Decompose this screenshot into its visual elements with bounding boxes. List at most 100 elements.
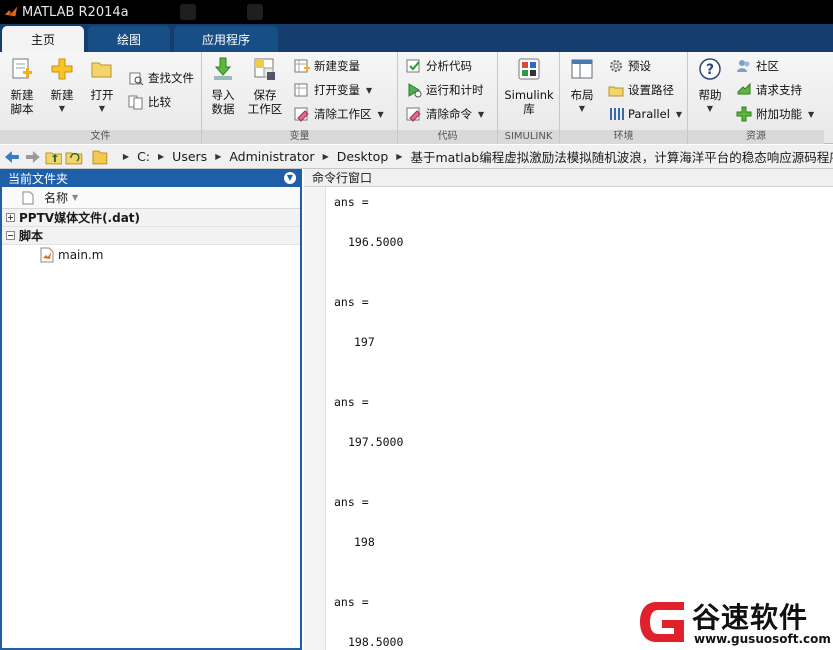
clear-workspace-button[interactable]: 清除工作区 ▼ — [294, 104, 384, 124]
open-variable-button[interactable]: 打开变量 ▼ — [294, 80, 372, 100]
resources-group-label: 资源 — [688, 130, 824, 144]
clear-commands-button[interactable]: 清除命令 ▼ — [406, 104, 484, 124]
run-and-time-button[interactable]: 运行和计时 — [406, 80, 484, 100]
output-label: ans = — [334, 495, 369, 509]
browse-folder-icon[interactable] — [65, 148, 83, 166]
set-path-label: 设置路径 — [628, 83, 674, 97]
file-group-label: 文件 — [0, 130, 201, 144]
output-value: 197.5000 — [348, 435, 404, 449]
output-value: 197 — [354, 335, 375, 349]
save-workspace-button[interactable]: 保存 工作区 — [246, 56, 284, 116]
chevron-down-icon: ▼ — [675, 109, 683, 119]
current-folder-panel: 当前文件夹 ▼ 名称 ▼ + PPTV媒体文件(.dat) − 脚本 main.… — [0, 169, 302, 650]
new-script-icon — [12, 58, 32, 79]
command-window[interactable]: 命令行窗口 ans = 196.5000 ans = 197 ans = 197… — [304, 169, 833, 650]
import-data-label: 导入 数据 — [211, 88, 235, 116]
analyze-code-button[interactable]: 分析代码 — [406, 56, 472, 76]
simulink-group-label: SIMULINK — [498, 130, 559, 144]
community-label: 社区 — [756, 59, 779, 73]
simulink-library-button[interactable]: Simulink 库 — [502, 56, 556, 116]
expand-icon[interactable]: + — [6, 213, 15, 222]
new-script-button[interactable]: 新建 脚本 — [6, 56, 38, 116]
breadcrumb-item[interactable]: 基于matlab编程虚拟激励法模拟随机波浪，计算海洋平台的稳态响应源码程序 — [410, 147, 833, 166]
request-support-button[interactable]: 请求支持 — [736, 80, 802, 100]
addons-label: 附加功能 — [756, 107, 802, 121]
resources-group: ? 帮助 ▼ 社区 请求支持 附加功能 ▼ 资源 — [688, 52, 824, 144]
command-window-header: 命令行窗口 — [304, 169, 833, 187]
open-label: 打开 — [90, 88, 114, 102]
breadcrumb-item[interactable]: Users — [172, 149, 207, 164]
back-arrow-icon[interactable] — [3, 148, 21, 166]
community-button[interactable]: 社区 — [736, 56, 779, 76]
file-name: main.m — [58, 248, 104, 262]
chevron-down-icon: ▼ — [58, 104, 66, 113]
tab-plots[interactable]: 绘图 — [88, 26, 170, 52]
new-label: 新建 — [50, 88, 74, 102]
variable-group-label: 变量 — [202, 130, 397, 144]
chevron-right-icon: ▶ — [158, 152, 165, 161]
plus-icon — [736, 106, 752, 122]
gear-icon — [610, 60, 622, 72]
tab-home[interactable]: 主页 — [2, 26, 84, 52]
help-icon: ? — [699, 58, 721, 80]
command-window-title: 命令行窗口 — [312, 171, 373, 185]
simulink-group: Simulink 库 SIMULINK — [498, 52, 560, 144]
folder-open-icon — [91, 62, 112, 78]
parallel-button[interactable]: Parallel ▼ — [608, 104, 682, 124]
new-button[interactable]: 新建 ▼ — [46, 56, 78, 116]
panel-menu-icon[interactable]: ▼ — [284, 172, 296, 184]
breadcrumb-item[interactable]: C: — [137, 149, 150, 164]
chevron-right-icon: ▶ — [215, 152, 222, 161]
set-path-button[interactable]: 设置路径 — [608, 80, 674, 100]
compare-label: 比较 — [148, 95, 171, 109]
chevron-down-icon: ▼ — [706, 104, 714, 113]
tree-group-scripts[interactable]: − 脚本 — [2, 227, 300, 245]
parallel-label: Parallel — [628, 107, 670, 121]
clear-workspace-label: 清除工作区 — [314, 107, 372, 121]
command-output: ans = 196.5000 ans = 197 ans = 197.5000 … — [334, 187, 833, 650]
preferences-button[interactable]: 预设 — [608, 56, 651, 76]
breadcrumb-item[interactable]: Administrator — [229, 149, 314, 164]
support-icon — [737, 82, 751, 95]
output-label: ans = — [334, 395, 369, 409]
clear-commands-label: 清除命令 — [426, 107, 472, 121]
community-icon — [737, 60, 750, 72]
collapse-icon[interactable]: − — [6, 231, 15, 240]
new-variable-label: 新建变量 — [314, 59, 360, 73]
open-button[interactable]: 打开 ▼ — [86, 56, 118, 116]
matlab-logo-icon — [4, 6, 18, 18]
up-folder-icon[interactable] — [45, 148, 63, 166]
chevron-down-icon: ▼ — [377, 109, 384, 119]
addons-button[interactable]: 附加功能 ▼ — [736, 104, 814, 124]
find-files-label: 查找文件 — [148, 71, 194, 85]
folder-icon — [92, 150, 108, 164]
variable-group: 导入 数据 保存 工作区 新建变量 打开变量 ▼ 清除工作区 ▼ 变量 — [202, 52, 398, 144]
open-variable-label: 打开变量 — [314, 83, 360, 97]
help-button[interactable]: ? 帮助 ▼ — [694, 56, 726, 116]
breadcrumb-item[interactable]: Desktop — [337, 149, 389, 164]
plus-icon — [51, 58, 73, 80]
run-and-time-icon — [408, 83, 422, 98]
environment-group: 布局 ▼ 预设 设置路径 Parallel ▼ 环境 — [560, 52, 688, 144]
tab-apps[interactable]: 应用程序 — [174, 26, 278, 52]
file-item-main-m[interactable]: main.m — [2, 245, 300, 265]
blurred-icon — [247, 4, 263, 20]
find-files-button[interactable]: 查找文件 — [128, 68, 194, 88]
current-folder-header: 当前文件夹 ▼ — [2, 169, 300, 187]
simulink-library-label: Simulink 库 — [504, 88, 554, 116]
chevron-down-icon: ▼ — [98, 104, 106, 113]
new-variable-icon — [294, 59, 310, 73]
chevron-down-icon: ▼ — [808, 109, 815, 119]
name-column-header[interactable]: 名称 ▼ — [2, 187, 300, 209]
tree-group-pptv[interactable]: + PPTV媒体文件(.dat) — [2, 209, 300, 227]
watermark-logo-icon — [640, 602, 684, 642]
import-data-button[interactable]: 导入 数据 — [208, 56, 238, 116]
eraser-icon — [406, 107, 421, 122]
chevron-right-icon: ▶ — [396, 152, 403, 161]
compare-button[interactable]: 比较 — [128, 92, 171, 112]
forward-arrow-icon[interactable] — [24, 148, 42, 166]
watermark-url: www.gusuosoft.com — [694, 632, 831, 646]
layout-button[interactable]: 布局 ▼ — [566, 56, 598, 116]
new-variable-button[interactable]: 新建变量 — [294, 56, 360, 76]
chevron-down-icon: ▼ — [366, 85, 373, 95]
